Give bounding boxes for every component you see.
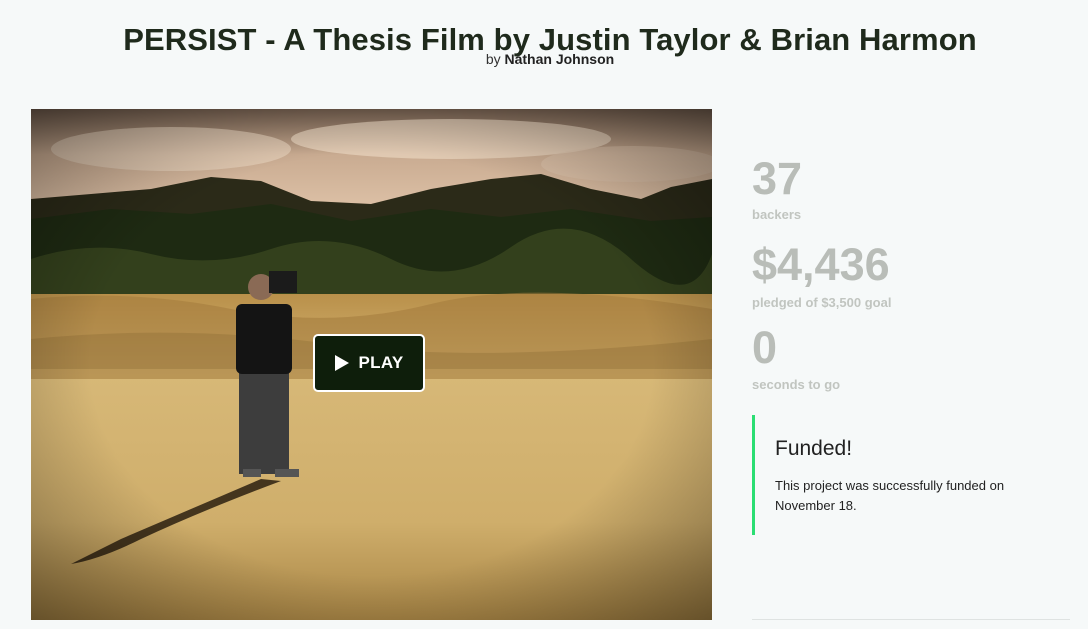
play-icon bbox=[334, 355, 349, 371]
time-remaining: 0 bbox=[752, 322, 778, 373]
byline-prefix: by bbox=[485, 51, 501, 67]
divider bbox=[752, 619, 1070, 620]
play-button[interactable]: PLAY bbox=[313, 334, 425, 392]
video-player[interactable]: PLAY bbox=[31, 109, 712, 620]
byline: by Nathan Johnson bbox=[0, 51, 1088, 67]
play-label: PLAY bbox=[358, 353, 404, 372]
funded-text: This project was successfully funded on … bbox=[775, 478, 1005, 513]
time-label: seconds to go bbox=[752, 377, 841, 392]
funded-notice: Funded! This project was successfully fu… bbox=[752, 415, 1052, 535]
pledged-label: pledged of $3,500 goal bbox=[752, 295, 892, 310]
author-link[interactable]: Nathan Johnson bbox=[505, 51, 615, 67]
backers-label: backers bbox=[752, 207, 802, 222]
pledged-amount: $4,436 bbox=[752, 239, 890, 290]
funded-title: Funded! bbox=[775, 437, 853, 460]
backers-count: 37 bbox=[752, 153, 803, 204]
